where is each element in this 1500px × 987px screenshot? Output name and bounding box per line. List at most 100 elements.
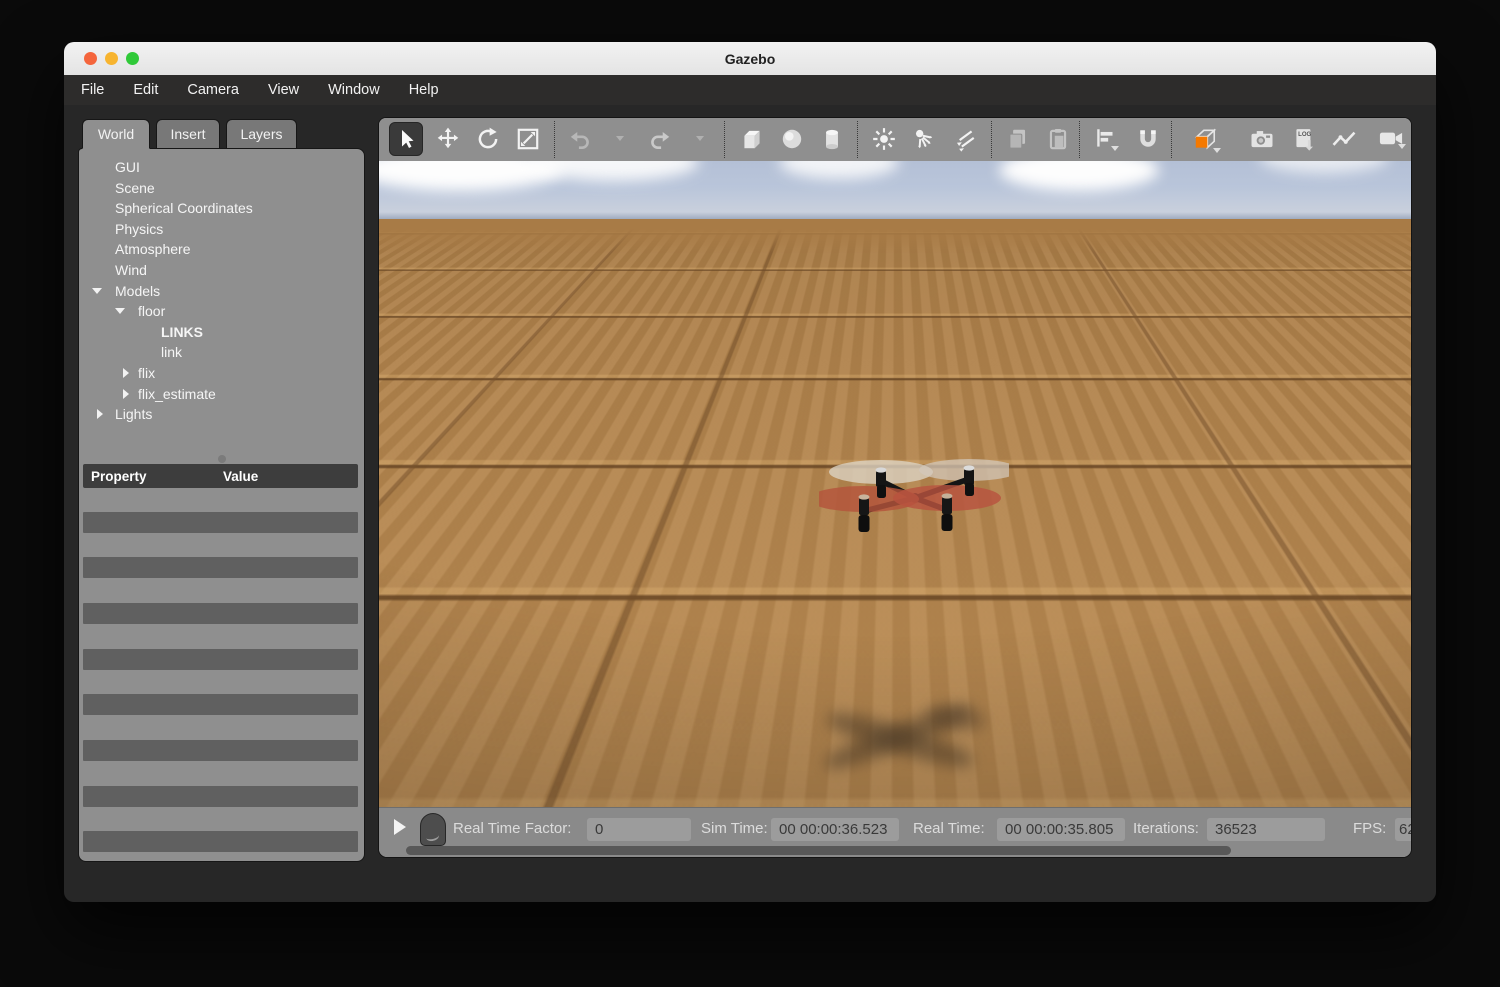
tab-world[interactable]: World [82,119,150,149]
tree-item-spherical-coordinates[interactable]: Spherical Coordinates [79,198,364,219]
table-row [83,512,358,533]
tree-item-wind[interactable]: Wind [79,260,364,281]
record-dropdown[interactable] [1398,144,1406,149]
select-tool-button[interactable] [389,122,423,156]
toolbar-separator [1079,121,1080,158]
sphere-icon [779,126,805,152]
line-chart-icon [1330,126,1358,152]
align-dropdown[interactable] [1111,146,1119,151]
value-column-header: Value [223,469,258,484]
sim-time-value: 00 00:00:36.523 [771,818,899,841]
tree-item-floor[interactable]: floor [79,301,364,322]
insert-box-button[interactable] [735,122,769,156]
log-file-icon: LOG [1290,125,1318,153]
real-time-label: Real Time: [913,820,985,837]
splitter-handle[interactable] [218,455,226,463]
record-video-button[interactable] [1371,122,1411,156]
screenshot-button[interactable] [1245,122,1279,156]
view-angle-dropdown[interactable] [1213,148,1221,153]
rotate-icon [475,126,501,152]
tree-item-link[interactable]: link [79,342,364,363]
snap-button[interactable] [1131,122,1165,156]
chevron-down-icon[interactable] [92,288,102,294]
undo-button[interactable] [565,122,595,156]
cursor-icon [394,127,418,151]
cylinder-icon [819,126,845,152]
chevron-down-icon[interactable] [115,308,125,314]
tab-layers[interactable]: Layers [226,119,297,149]
chevron-right-icon[interactable] [97,409,103,419]
tree-item-scene[interactable]: Scene [79,178,364,199]
iterations-value: 36523 [1207,818,1325,841]
tree-item-links[interactable]: LINKS [79,322,364,343]
tree-item-models[interactable]: Models [79,281,364,302]
horizontal-scrollbar[interactable] [406,846,1231,855]
horizon-haze [379,219,1411,253]
toolbar-separator [1171,121,1172,158]
menu-window[interactable]: Window [328,82,380,98]
insert-sphere-button[interactable] [775,122,809,156]
box-icon [739,126,765,152]
step-button[interactable] [420,813,446,846]
traffic-lights [84,42,139,75]
rotate-tool-button[interactable] [471,122,505,156]
tab-insert[interactable]: Insert [156,119,220,149]
flix-drone-model[interactable] [819,454,1009,549]
table-row [83,649,358,670]
property-table-header: Property Value [83,464,358,488]
toolbar-separator [724,121,725,158]
menu-help[interactable]: Help [409,82,439,98]
zoom-button[interactable] [126,52,139,65]
insert-cylinder-button[interactable] [815,122,849,156]
translate-tool-button[interactable] [431,122,465,156]
scale-tool-button[interactable] [511,122,545,156]
title-bar[interactable]: Gazebo [64,42,1436,76]
front-right-motor [942,497,952,514]
menu-edit[interactable]: Edit [133,82,158,98]
magnet-icon [1135,126,1161,152]
align-button[interactable] [1089,122,1123,156]
view-angle-button[interactable] [1183,122,1227,156]
toolbar: LOG [379,118,1411,161]
tree-item-flix[interactable]: flix [79,363,364,384]
tree-item-atmosphere[interactable]: Atmosphere [79,239,364,260]
chevron-right-icon[interactable] [123,368,129,378]
tree-item-physics[interactable]: Physics [79,219,364,240]
redo-button[interactable] [645,122,675,156]
spot-light-icon [911,126,937,152]
table-row [83,831,358,852]
move-icon [435,126,461,152]
tree-item-gui[interactable]: GUI [79,157,364,178]
redo-history-dropdown[interactable] [696,136,704,141]
real-time-factor-label: Real Time Factor: [453,820,571,837]
status-bar: Real Time Factor: 0 Sim Time: 00 00:00:3… [379,807,1411,857]
menu-bar: File Edit Camera View Window Help [64,75,1436,105]
plot-button[interactable] [1327,122,1361,156]
spot-light-button[interactable] [907,122,941,156]
window-title: Gazebo [725,51,776,67]
copy-button[interactable] [1001,122,1035,156]
rear-right-leg [965,483,974,496]
play-button[interactable] [394,819,406,835]
table-row [83,694,358,715]
minimize-button[interactable] [105,52,118,65]
tree-item-flix-estimate[interactable]: flix_estimate [79,384,364,405]
tree-item-lights[interactable]: Lights [79,404,364,425]
scene-viewport[interactable] [379,161,1411,809]
drone-shadow [807,699,997,789]
menu-view[interactable]: View [268,82,299,98]
table-row [83,557,358,578]
chevron-right-icon[interactable] [123,389,129,399]
menu-camera[interactable]: Camera [187,82,239,98]
undo-history-dropdown[interactable] [616,136,624,141]
undo-icon [567,126,593,152]
menu-file[interactable]: File [81,82,104,98]
paste-button[interactable] [1041,122,1075,156]
directional-light-button[interactable] [947,122,981,156]
front-left-motor [859,498,869,515]
table-row [83,740,358,761]
log-data-button[interactable]: LOG [1287,122,1321,156]
real-time-value: 00 00:00:35.805 [997,818,1125,841]
point-light-button[interactable] [867,122,901,156]
close-button[interactable] [84,52,97,65]
